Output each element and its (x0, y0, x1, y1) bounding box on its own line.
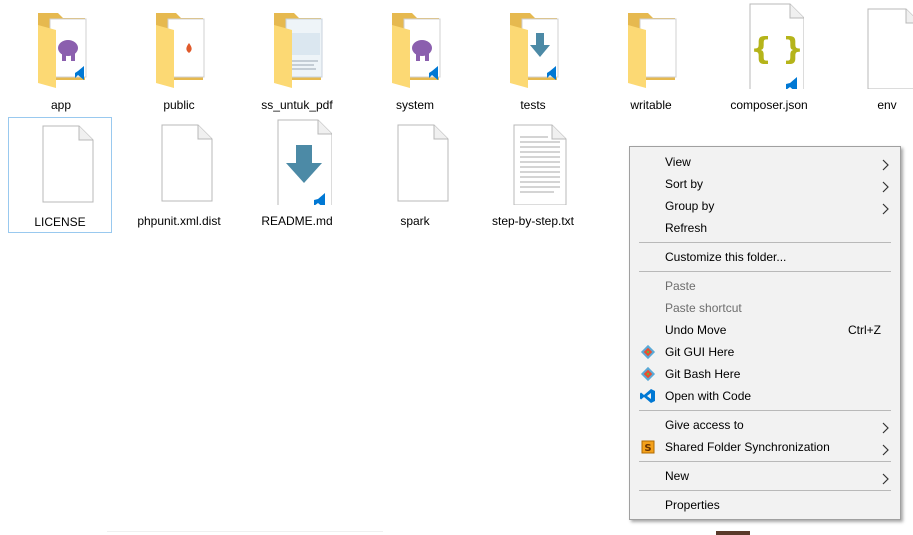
menu-item-label: Give access to (665, 418, 744, 432)
file-item-app[interactable]: app (9, 1, 113, 117)
file-item-public[interactable]: public (127, 1, 231, 117)
context-menu: View Sort by Group by Refresh Customize … (629, 146, 901, 520)
menu-separator (639, 410, 891, 411)
file-item-ss-untuk-pdf[interactable]: ss_untuk_pdf (245, 1, 349, 117)
chevron-right-icon (882, 470, 890, 492)
file-name: LICENSE (34, 215, 86, 229)
menu-item-label: Shared Folder Synchronization (665, 440, 830, 454)
menu-item-git-gui-here[interactable]: Git GUI Here (632, 341, 898, 363)
text-file-icon (481, 119, 585, 205)
file-name: spark (400, 214, 430, 228)
file-item-env[interactable]: env (835, 1, 913, 117)
menu-separator (639, 461, 891, 462)
menu-item-label: Undo Move (665, 323, 727, 337)
svg-text:{ }: { } (750, 32, 803, 67)
menu-item-label: Group by (665, 199, 715, 213)
taskbar-fragment (716, 531, 750, 535)
menu-item-label: Refresh (665, 221, 708, 235)
blank-file-icon (9, 120, 111, 206)
chevron-right-icon (882, 441, 890, 463)
menu-separator (639, 271, 891, 272)
folder-icon (127, 3, 231, 89)
folder-icon (599, 3, 703, 89)
menu-item-shortcut: Ctrl+Z (848, 323, 881, 337)
folder-icon (481, 3, 585, 89)
file-item-step-by-step-txt[interactable]: step-by-step.txt (481, 117, 585, 233)
vscode-icon (640, 388, 656, 404)
file-name: env (877, 98, 897, 112)
markdown-file-icon (245, 119, 349, 205)
menu-item-refresh[interactable]: Refresh (632, 217, 898, 239)
menu-item-give-access-to[interactable]: Give access to (632, 414, 898, 436)
menu-item-shared-folder-sync[interactable]: S Shared Folder Synchronization (632, 436, 898, 458)
menu-item-git-bash-here[interactable]: Git Bash Here (632, 363, 898, 385)
divider (107, 531, 383, 532)
file-item-system[interactable]: system (363, 1, 467, 117)
file-name: writable (630, 98, 672, 112)
file-name: tests (520, 98, 546, 112)
file-name: composer.json (730, 98, 808, 112)
folder-icon (245, 3, 349, 89)
menu-item-paste-shortcut[interactable]: Paste shortcut (632, 297, 898, 319)
folder-icon (363, 3, 467, 89)
menu-separator (639, 242, 891, 243)
blank-file-icon (835, 3, 913, 89)
menu-item-label: Open with Code (665, 389, 752, 403)
json-file-icon: { } (717, 3, 821, 89)
svg-text:S: S (644, 443, 651, 454)
file-name: app (50, 98, 72, 112)
menu-item-label: Properties (665, 498, 720, 512)
file-item-readme-md[interactable]: README.md (245, 117, 349, 233)
menu-item-view[interactable]: View (632, 151, 898, 173)
file-item-license[interactable]: LICENSE (8, 117, 112, 233)
menu-item-label: Paste shortcut (665, 301, 742, 315)
menu-item-new[interactable]: New (632, 465, 898, 487)
file-item-phpunit-xml-dist[interactable]: phpunit.xml.dist (127, 117, 231, 233)
menu-item-paste[interactable]: Paste (632, 275, 898, 297)
menu-item-label: View (665, 155, 691, 169)
file-item-composer-json[interactable]: { } composer.json (717, 1, 821, 117)
git-icon (640, 366, 656, 382)
git-icon (640, 344, 656, 360)
menu-item-customize-folder[interactable]: Customize this folder... (632, 246, 898, 268)
folder-icon (9, 3, 113, 89)
file-name: system (395, 98, 434, 112)
file-name: ss_untuk_pdf (261, 98, 333, 112)
menu-item-label: Paste (665, 279, 696, 293)
menu-item-label: Git GUI Here (665, 345, 735, 359)
menu-item-open-with-code[interactable]: Open with Code (632, 385, 898, 407)
file-item-writable[interactable]: writable (599, 1, 703, 117)
menu-item-sort-by[interactable]: Sort by (632, 173, 898, 195)
file-name: phpunit.xml.dist (137, 214, 221, 228)
sync-s-icon: S (640, 439, 656, 455)
file-name: public (163, 98, 195, 112)
blank-file-icon (363, 119, 467, 205)
menu-separator (639, 490, 891, 491)
file-name: README.md (261, 214, 333, 228)
menu-item-label: Git Bash Here (665, 367, 741, 381)
file-item-tests[interactable]: tests (481, 1, 585, 117)
file-name: step-by-step.txt (491, 214, 575, 228)
menu-item-group-by[interactable]: Group by (632, 195, 898, 217)
menu-item-properties[interactable]: Properties (632, 494, 898, 516)
menu-item-label: Sort by (665, 177, 704, 191)
file-item-spark[interactable]: spark (363, 117, 467, 233)
menu-item-label: Customize this folder... (665, 250, 787, 264)
menu-item-label: New (665, 469, 690, 483)
menu-item-undo-move[interactable]: Undo Move Ctrl+Z (632, 319, 898, 341)
blank-file-icon (127, 119, 231, 205)
